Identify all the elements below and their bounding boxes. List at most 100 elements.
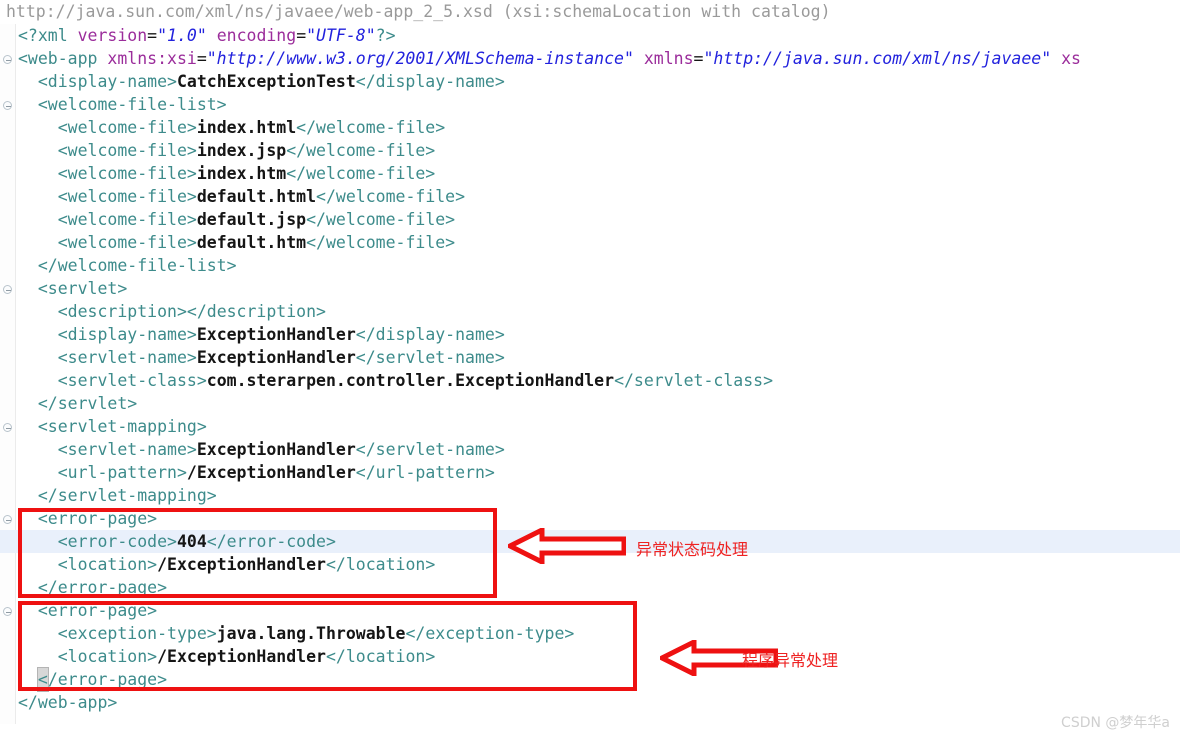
fold-toggle-icon[interactable] (3, 607, 12, 616)
code-token: xmlns (643, 49, 694, 68)
code-line[interactable]: <welcome-file>index.htm</welcome-file> (0, 162, 1180, 185)
code-token: <url-pattern> (57, 463, 187, 482)
code-token: </servlet-name> (355, 440, 505, 459)
code-token: java.lang.Throwable (216, 624, 406, 643)
code-token: <servlet> (37, 279, 128, 298)
code-token: index.jsp (196, 141, 287, 160)
code-token: </location> (325, 555, 436, 574)
code-line[interactable]: <error-page> (0, 599, 1180, 622)
fold-toggle-icon[interactable] (3, 55, 12, 64)
code-line[interactable]: </servlet> (0, 392, 1180, 415)
code-token: <welcome-file> (57, 118, 197, 137)
code-token: /ExceptionHandler (186, 463, 356, 482)
code-line[interactable]: </error-page> (0, 576, 1180, 599)
code-line[interactable]: <error-page> (0, 507, 1180, 530)
code-line[interactable]: </welcome-file-list> (0, 254, 1180, 277)
code-token: <exception-type> (57, 624, 217, 643)
code-line[interactable]: <display-name>CatchExceptionTest</displa… (0, 70, 1180, 93)
code-line[interactable]: <servlet> (0, 277, 1180, 300)
code-token: = (296, 26, 307, 45)
code-token: <welcome-file> (57, 141, 197, 160)
code-line[interactable]: <welcome-file>default.html</welcome-file… (0, 185, 1180, 208)
code-token: </welcome-file> (286, 141, 436, 160)
code-token: <error-page> (37, 601, 158, 620)
code-token: </error-page> (37, 578, 168, 597)
code-token: index.htm (196, 164, 287, 183)
code-line[interactable]: <welcome-file-list> (0, 93, 1180, 116)
code-line[interactable]: </web-app> (0, 691, 1180, 714)
code-token: CatchExceptionTest (176, 72, 356, 91)
code-token: </error-code> (206, 532, 336, 551)
code-token: default.jsp (196, 210, 307, 229)
code-line[interactable]: <location>/ExceptionHandler</location> (0, 645, 1180, 668)
annotation-label-status-code: 异常状态码处理 (636, 540, 749, 559)
code-line[interactable]: <servlet-name>ExceptionHandler</servlet-… (0, 438, 1180, 461)
fold-toggle-icon[interactable] (3, 285, 12, 294)
csdn-watermark: CSDN @梦年华a (1061, 715, 1170, 731)
code-line[interactable]: <servlet-mapping> (0, 415, 1180, 438)
fold-toggle-icon[interactable] (3, 101, 12, 110)
code-content[interactable]: <?xml version="1.0" encoding="UTF-8"?> <w… (0, 24, 1180, 714)
fold-toggle-icon[interactable] (3, 515, 12, 524)
fold-toggle-icon[interactable] (3, 423, 12, 432)
code-line[interactable]: <welcome-file>index.html</welcome-file> (0, 116, 1180, 139)
code-line[interactable]: <welcome-file>default.jsp</welcome-file> (0, 208, 1180, 231)
code-token: <welcome-file> (57, 187, 197, 206)
code-line[interactable]: <url-pattern>/ExceptionHandler</url-patt… (0, 461, 1180, 484)
code-token: = (147, 26, 158, 45)
code-line[interactable]: <description></description> (0, 300, 1180, 323)
code-line[interactable]: <exception-type>java.lang.Throwable</exc… (0, 622, 1180, 645)
code-line[interactable]: <web-app xmlns:xsi="http://www.w3.org/20… (0, 47, 1180, 70)
code-line[interactable]: <welcome-file>default.htm</welcome-file> (0, 231, 1180, 254)
code-token: ExceptionHandler (196, 325, 356, 344)
code-line[interactable]: <servlet-name>ExceptionHandler</servlet-… (0, 346, 1180, 369)
code-token: ?> (375, 26, 396, 45)
code-token: </welcome-file> (316, 187, 466, 206)
code-line[interactable]: </servlet-mapping> (0, 484, 1180, 507)
code-token: "http://java.sun.com/xml/ns/javaee" (703, 49, 1052, 68)
code-line[interactable]: <servlet-class>com.sterarpen.controller.… (0, 369, 1180, 392)
screenshot-root: http://java.sun.com/xml/ns/javaee/web-ap… (0, 0, 1180, 744)
code-line[interactable]: </error-page> (0, 667, 1180, 692)
code-token: </url-pattern> (355, 463, 495, 482)
code-token: </display-name> (355, 72, 505, 91)
code-line[interactable]: <display-name>ExceptionHandler</display-… (0, 323, 1180, 346)
code-token: "UTF-8" (306, 26, 376, 45)
code-token: < (36, 667, 49, 692)
code-token: <servlet-mapping> (37, 417, 207, 436)
code-token: 404 (176, 532, 207, 551)
xml-editor[interactable]: <?xml version="1.0" encoding="UTF-8"?> <w… (0, 24, 1180, 724)
code-token: /ExceptionHandler (157, 647, 326, 666)
code-token: /ExceptionHandler (157, 555, 326, 574)
code-token: </servlet-mapping> (37, 486, 217, 505)
code-line[interactable]: <?xml version="1.0" encoding="UTF-8"?> (0, 24, 1180, 47)
code-token: </welcome-file> (296, 118, 446, 137)
code-line[interactable]: <welcome-file>index.jsp</welcome-file> (0, 139, 1180, 162)
code-token: </servlet-class> (614, 371, 774, 390)
code-token: <display-name> (57, 325, 197, 344)
code-token: index.html (196, 118, 297, 137)
code-token: default.html (196, 187, 317, 206)
code-token: </welcome-file-list> (37, 256, 237, 275)
code-token: xmlns:xsi (107, 49, 197, 68)
code-token: com.sterarpen.controller.ExceptionHandle… (206, 371, 615, 390)
code-token: <display-name> (37, 72, 177, 91)
code-token: <error-code> (57, 532, 177, 551)
arrow-to-status-code-box (504, 525, 627, 567)
code-token: <welcome-file-list> (37, 95, 227, 114)
